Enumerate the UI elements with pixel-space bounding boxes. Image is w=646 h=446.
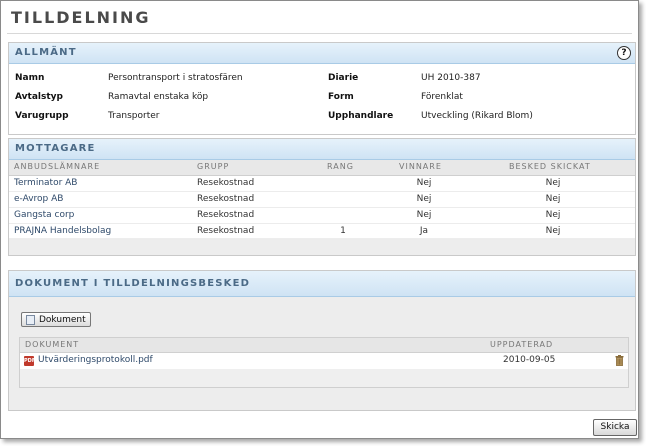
col-company[interactable]: ANBUDSLÄMNARE	[14, 162, 100, 171]
upphandlare-value: Utveckling (Rikard Blom)	[421, 111, 533, 121]
table-row[interactable]: Terminator AB Resekostnad Nej Nej	[9, 176, 635, 192]
table-row[interactable]: PDF Utvärderingsprotokoll.pdf 2010-09-05	[20, 353, 628, 369]
form-value: Förenklat	[421, 92, 463, 102]
col-winner[interactable]: VINNARE	[399, 162, 442, 171]
recipients-table-body: Terminator AB Resekostnad Nej Nej e-Avro…	[9, 176, 635, 240]
varugrupp-value: Transporter	[108, 111, 160, 121]
table-row[interactable]: e-Avrop AB Resekostnad Nej Nej	[9, 192, 635, 208]
winner-cell: Nej	[416, 210, 432, 220]
add-document-button[interactable]: Dokument	[21, 312, 91, 327]
col-notice[interactable]: BESKED SKICKAT	[509, 162, 591, 171]
general-panel-title: ALLMÄNT	[15, 47, 77, 58]
notice-cell: Nej	[545, 226, 561, 236]
avtalstyp-label: Avtalstyp	[15, 92, 63, 102]
company-cell[interactable]: PRAJNA Handelsbolag	[14, 226, 111, 236]
winner-cell: Ja	[419, 226, 429, 236]
recipients-panel-header: MOTTAGARE	[9, 139, 635, 160]
table-row[interactable]: PRAJNA Handelsbolag Resekostnad 1 Ja Nej	[9, 224, 635, 240]
documents-table: DOKUMENT UPPDATERAD PDF Utvärderingsprot…	[19, 337, 629, 388]
winner-cell: Nej	[416, 178, 432, 188]
general-panel: ALLMÄNT ? Namn Persontransport i stratos…	[8, 42, 636, 135]
documents-panel-title: DOKUMENT I TILLDELNINGSBESKED	[15, 278, 251, 289]
group-cell: Resekostnad	[197, 210, 255, 220]
documents-panel-header: DOKUMENT I TILLDELNINGSBESKED	[9, 271, 635, 297]
documents-table-header: DOKUMENT UPPDATERAD	[20, 338, 628, 353]
window-frame: TILLDELNING ALLMÄNT ? Namn Persontranspo…	[0, 0, 639, 439]
avtalstyp-value: Ramavtal enstaka köp	[108, 92, 209, 102]
general-panel-header: ALLMÄNT ?	[9, 43, 635, 64]
notice-cell: Nej	[545, 194, 561, 204]
document-icon	[26, 315, 35, 325]
col-rank[interactable]: RANG	[327, 162, 354, 171]
col-updated[interactable]: UPPDATERAD	[490, 340, 553, 349]
help-icon[interactable]: ?	[617, 46, 631, 60]
page-title: TILLDELNING	[11, 8, 151, 27]
rank-cell: 1	[340, 226, 346, 236]
pdf-icon: PDF	[24, 356, 36, 366]
document-updated: 2010-09-05	[503, 355, 556, 365]
add-document-button-label: Dokument	[39, 315, 86, 325]
table-row[interactable]: Gangsta corp Resekostnad Nej Nej	[9, 208, 635, 224]
group-cell: Resekostnad	[197, 194, 255, 204]
namn-value: Persontransport i stratosfären	[108, 73, 243, 83]
recipients-table-header: ANBUDSLÄMNARE GRUPP RANG VINNARE BESKED …	[9, 160, 635, 176]
group-cell: Resekostnad	[197, 226, 255, 236]
namn-label: Namn	[15, 73, 45, 83]
form-label: Form	[328, 92, 354, 102]
send-button[interactable]: Skicka	[593, 419, 637, 436]
col-document[interactable]: DOKUMENT	[25, 340, 79, 349]
winner-cell: Nej	[416, 194, 432, 204]
recipients-panel-title: MOTTAGARE	[15, 143, 96, 154]
upphandlare-label: Upphandlare	[328, 111, 394, 121]
notice-cell: Nej	[545, 178, 561, 188]
document-link[interactable]: Utvärderingsprotokoll.pdf	[38, 355, 153, 365]
company-cell[interactable]: Terminator AB	[14, 178, 77, 188]
diarie-label: Diarie	[328, 73, 359, 83]
title-divider	[7, 33, 632, 34]
documents-panel: DOKUMENT I TILLDELNINGSBESKED Dokument D…	[8, 270, 636, 411]
diarie-value: UH 2010-387	[421, 73, 481, 83]
group-cell: Resekostnad	[197, 178, 255, 188]
varugrupp-label: Varugrupp	[15, 111, 69, 121]
company-cell[interactable]: e-Avrop AB	[14, 194, 63, 204]
recipients-panel: MOTTAGARE ANBUDSLÄMNARE GRUPP RANG VINNA…	[8, 138, 636, 256]
notice-cell: Nej	[545, 210, 561, 220]
trash-icon[interactable]	[615, 355, 624, 366]
company-cell[interactable]: Gangsta corp	[14, 210, 74, 220]
col-group[interactable]: GRUPP	[197, 162, 229, 171]
